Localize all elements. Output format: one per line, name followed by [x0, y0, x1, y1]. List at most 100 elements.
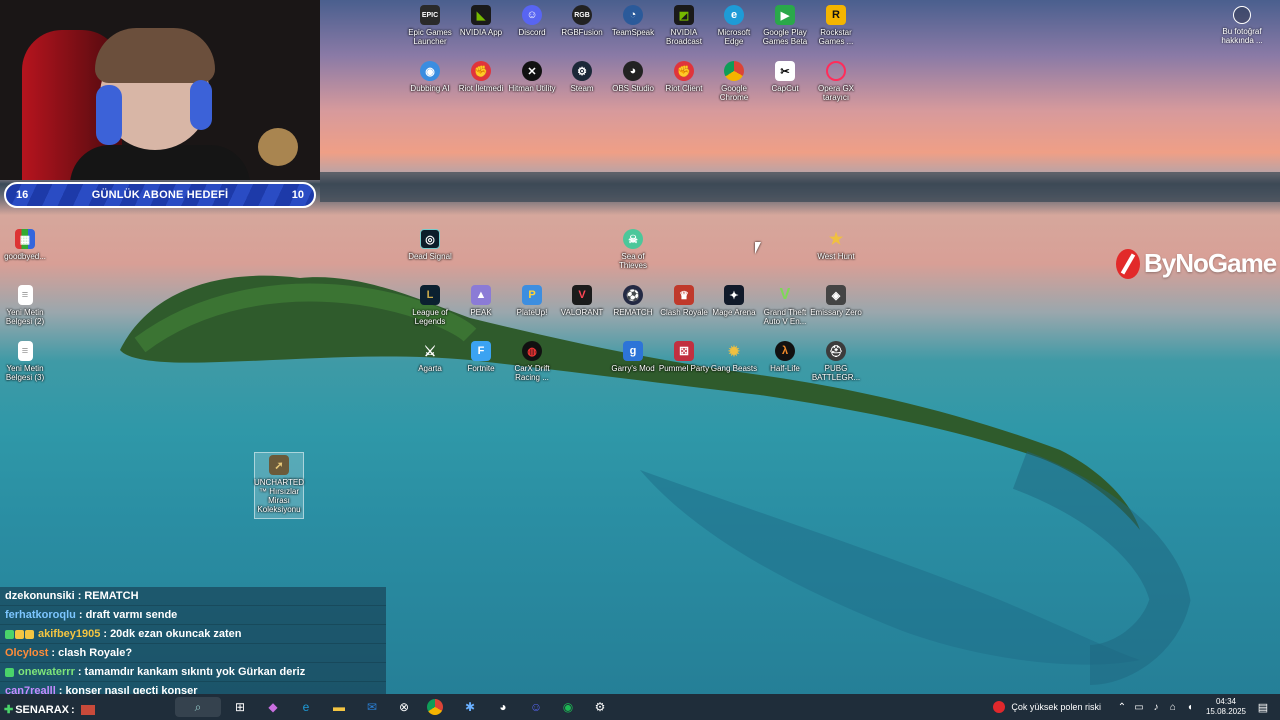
network-icon[interactable]: ⌂	[1166, 702, 1180, 713]
discord-taskbar-icon[interactable]: ☺	[526, 697, 546, 717]
outlook-icon[interactable]: ✉	[362, 697, 382, 717]
icon-label: NVIDIA App	[459, 28, 503, 37]
icon-label: OBS Studio	[612, 84, 654, 93]
desktop-icon-teamspeak[interactable]: ◔ TeamSpeak	[610, 5, 656, 37]
chat-username[interactable]: Olcylost	[5, 647, 48, 659]
pollen-alert-icon	[993, 701, 1006, 713]
desktop-icon-rematch[interactable]: ⚽ REMATCH	[610, 285, 656, 317]
file-explorer-icon[interactable]: ▬	[329, 697, 349, 717]
desktop-icon-carx[interactable]: ◍ CarX Drift Racing ...	[509, 341, 555, 382]
desktop-icon-epic[interactable]: EPIC Epic Games Launcher	[407, 5, 453, 46]
chat-username[interactable]: onewaterrr	[18, 666, 75, 678]
capcut-icon: ✂	[775, 61, 795, 81]
carx-icon: ◍	[522, 341, 542, 361]
nvidia-icon: ◣	[471, 5, 491, 25]
chevron-up-icon[interactable]: ⌃	[1115, 702, 1129, 713]
desktop-icon-fortnite[interactable]: F Fortnite	[458, 341, 504, 373]
volume-icon[interactable]: ◖	[1183, 702, 1197, 713]
bynogame-watermark: ByNoGame	[1116, 248, 1277, 279]
desktop-icon-text-doc-2[interactable]: ≡ Yeni Metin Belgesi (2)	[2, 285, 48, 326]
desktop-icon-west-hunt[interactable]: ★ West Hunt	[813, 229, 859, 261]
desktop-icon-clash-royale[interactable]: ♛ Clash Royale	[660, 285, 708, 317]
desktop-icon-gang-beasts[interactable]: ✹ Gang Beasts	[710, 341, 758, 374]
obs-icon: ◕	[623, 61, 643, 81]
icon-label: NVIDIA Broadcast	[665, 28, 703, 46]
taskbar: ⌕ ⊞ ◆ e ▬ ✉ ⊗ ✱ ◕ ☺ ◉ ⚙ Çok yüksek polen…	[0, 694, 1280, 720]
plateup-icon: P	[522, 285, 542, 305]
teamspeak-icon: ◔	[623, 5, 643, 25]
chat-text: draft varmı sende	[85, 609, 178, 621]
headset-right	[190, 80, 212, 130]
google-play-icon: ▶	[775, 5, 795, 25]
obs-taskbar-icon[interactable]: ◕	[493, 697, 513, 717]
badge-icon	[5, 667, 14, 677]
desktop-icon-goodbye[interactable]: ▦ goodbyed...	[2, 229, 48, 261]
desktop-icon-mage-arena[interactable]: ✦ Mage Arena	[711, 285, 757, 317]
desktop-icon-opera[interactable]: Opera GX tarayıcı	[813, 61, 859, 102]
chat-text: REMATCH	[84, 590, 139, 602]
desktop-icon-sea-of-thieves[interactable]: ☠ Sea of Thieves	[610, 229, 656, 270]
desktop-icon-plateup[interactable]: P PlateUp!	[509, 285, 555, 317]
desktop-icon-hitman[interactable]: ✕ Hitman Utility	[508, 61, 556, 93]
chat-badges	[5, 667, 15, 677]
desktop-icon-lol[interactable]: L League of Legends	[407, 285, 453, 326]
notification-icon[interactable]: ▤	[1256, 701, 1270, 714]
icon-label: PUBG BATTLEGR...	[811, 364, 861, 382]
desktop-icon-capcut[interactable]: ✂ CapCut	[762, 61, 808, 93]
chat-badges	[5, 629, 35, 639]
chrome-taskbar-icon[interactable]	[427, 699, 443, 715]
desktop-icon-steam[interactable]: ⚙ Steam	[559, 61, 605, 93]
icon-label: PlateUp!	[516, 308, 548, 317]
icon-label: Emissary Zero	[810, 308, 862, 317]
badge-icon	[15, 629, 24, 639]
chat-username[interactable]: ferhatkoroqlu	[5, 609, 76, 621]
desktop-icon-google-play[interactable]: ▶ Google Play Games Beta	[762, 5, 808, 46]
app-taskbar-icon[interactable]: ✱	[460, 697, 480, 717]
task-view-icon[interactable]: ⊞	[230, 697, 250, 717]
photo-info-widget[interactable]: Bu fotoğraf hakkında ...	[1214, 6, 1270, 45]
epic-games-icon: EPIC	[420, 5, 440, 25]
icon-label: Garry's Mod	[611, 364, 655, 373]
chat-username[interactable]: akifbey1905	[38, 628, 100, 640]
desktop-icon-garrys-mod[interactable]: g Garry's Mod	[610, 341, 656, 373]
desktop-icon-discord[interactable]: ☺ Discord	[509, 5, 555, 37]
copilot-icon[interactable]: ◆	[263, 697, 283, 717]
desktop-icon-agarta[interactable]: ⚔ Agarta	[407, 341, 453, 374]
desktop-icon-valorant[interactable]: V VALORANT	[559, 285, 605, 317]
chat-username[interactable]: dzekonunsiki	[5, 590, 75, 602]
taskbar-search-pill[interactable]: ⌕	[175, 697, 221, 717]
desktop-icon-gta[interactable]: V Grand Theft Auto V En...	[762, 285, 808, 326]
desktop-icon-dead-signal[interactable]: ◎ Dead Signal	[407, 229, 453, 261]
desktop-icon-edge[interactable]: e Microsoft Edge	[711, 5, 757, 46]
desktop-icon-dubbing[interactable]: ◉ Dubbing AI	[407, 61, 453, 93]
icon-label: Sea of Thieves	[618, 252, 647, 270]
desktop-icon-nvidia-app[interactable]: ◣ NVIDIA App	[458, 5, 504, 37]
desktop-icon-peak[interactable]: ▲ PEAK	[458, 285, 504, 317]
clock[interactable]: 04:34 15.08.2025	[1206, 697, 1246, 717]
league-of-legends-icon: L	[420, 285, 440, 305]
microphone-icon[interactable]: ♪	[1149, 702, 1163, 713]
desktop-icon-riot-iletmedi[interactable]: ✊ Riot İletmedi	[458, 61, 504, 93]
xbox-icon[interactable]: ⊗	[394, 697, 414, 717]
desktop-icon-nvidia-broadcast[interactable]: ◩ NVIDIA Broadcast	[661, 5, 707, 46]
chat-separator: :	[78, 609, 83, 621]
desktop-icon-rockstar[interactable]: R Rockstar Games ...	[813, 5, 859, 46]
desktop-icon-chrome[interactable]: Google Chrome	[711, 61, 757, 102]
desktop-icon-uncharted[interactable]: ➚ UNCHARTED™ Hırsızlar Mirası Koleksiyon…	[254, 452, 304, 519]
settings-icon[interactable]: ⚙	[590, 697, 610, 717]
edge-taskbar-icon[interactable]: e	[296, 697, 316, 717]
chat-message: Olcylost: clash Royale?	[0, 644, 386, 663]
icon-label: Gang Beasts	[710, 364, 758, 373]
chat-text: tamamdır kankam sıkıntı yok Gürkan deriz	[84, 666, 306, 678]
spotify-icon[interactable]: ◉	[558, 697, 578, 717]
desktop-icon-pubg[interactable]: ⛑ PUBG BATTLEGR...	[811, 341, 861, 382]
desktop-icon-half-life[interactable]: λ Half-Life	[762, 341, 808, 373]
desktop-icon-riot-client[interactable]: ✊ Riot Client	[661, 61, 707, 93]
desktop-icon-obs[interactable]: ◕ OBS Studio	[610, 61, 656, 93]
desktop-icon-pummel[interactable]: ⚄ Pummel Party	[659, 341, 709, 373]
weather-widget[interactable]: Çok yüksek polen riski	[993, 701, 1101, 713]
desktop-icon-text-doc-3[interactable]: ≡ Yeni Metin Belgesi (3)	[2, 341, 48, 382]
desktop-icon-rgbfusion[interactable]: RGB RGBFusion	[559, 5, 605, 37]
camera-tray-icon[interactable]: ▭	[1132, 702, 1146, 713]
desktop-icon-emissary[interactable]: ◈ Emissary Zero	[810, 285, 862, 317]
